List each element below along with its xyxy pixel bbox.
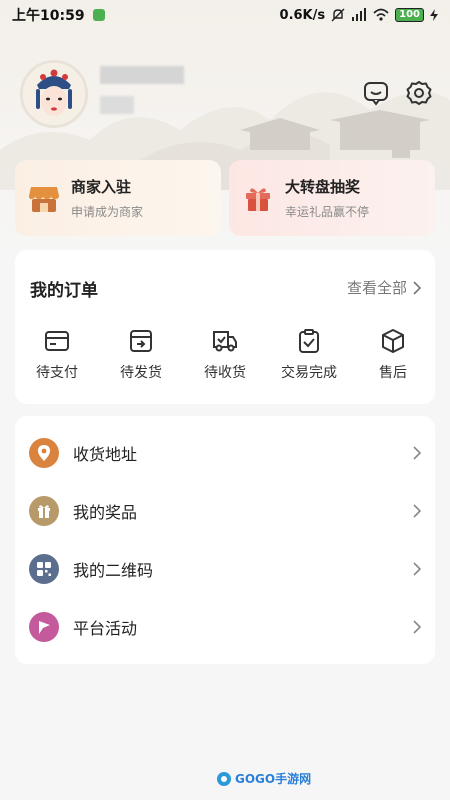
package-icon [382, 329, 404, 353]
order-after-sales[interactable]: 售后 [351, 328, 435, 382]
status-indicators: 0.6K/s 100 [280, 8, 438, 23]
orders-card: 我的订单 查看全部 待支付 待发货 待收货 交易完成 售后 [15, 250, 435, 404]
chevron-right-icon [413, 446, 421, 460]
view-all-label: 查看全部 [346, 279, 407, 297]
charging-icon [430, 9, 438, 21]
message-button[interactable] [361, 78, 391, 108]
battery-indicator: 100 [395, 8, 424, 22]
watermark-logo: GOGO手游网 [216, 770, 311, 787]
prize-icon [29, 496, 59, 526]
chevron-right-icon [413, 562, 421, 576]
chevron-right-icon [413, 504, 421, 518]
network-speed: 0.6K/s [279, 7, 326, 23]
lottery-subtitle: 幸运礼品赢不停 [285, 205, 370, 219]
menu-item-prizes[interactable]: 我的奖品 [15, 482, 435, 540]
order-completed[interactable]: 交易完成 [267, 328, 351, 382]
order-label: 待支付 [36, 365, 78, 381]
view-all-orders-link[interactable]: 查看全部 [347, 277, 421, 298]
order-status-list: 待支付 待发货 待收货 交易完成 售后 [15, 328, 435, 382]
menu-item-label: 我的二维码 [73, 561, 154, 580]
merchant-title: 商家入驻 [71, 178, 132, 196]
chevron-right-icon [413, 620, 421, 634]
menu-item-activities[interactable]: 平台活动 [15, 598, 435, 656]
order-label: 待收货 [204, 365, 246, 381]
lottery-card[interactable]: 大转盘抽奖 幸运礼品赢不停 [229, 160, 435, 236]
menu-item-qrcode[interactable]: 我的二维码 [15, 540, 435, 598]
box-send-icon [130, 330, 152, 352]
menu-item-label: 收货地址 [73, 445, 138, 464]
signal-icon [352, 8, 367, 21]
menu-item-label: 我的奖品 [73, 503, 138, 522]
chevron-right-icon [413, 280, 421, 295]
shop-icon [27, 181, 61, 215]
merchant-join-card[interactable]: 商家入驻 申请成为商家 [15, 160, 221, 236]
clipboard-check-icon [299, 329, 319, 353]
settings-button[interactable] [404, 78, 434, 108]
location-icon [29, 438, 59, 468]
order-pending-receipt[interactable]: 待收货 [183, 328, 267, 382]
order-label: 交易完成 [281, 365, 337, 381]
opera-mask-avatar-icon [23, 63, 85, 125]
settings-icon [406, 81, 432, 105]
menu-item-address[interactable]: 收货地址 [15, 424, 435, 482]
menu-card: 收货地址 我的奖品 我的二维码 平台活动 [15, 416, 435, 664]
flag-icon [29, 612, 59, 642]
order-pending-shipment[interactable]: 待发货 [99, 328, 183, 382]
user-id-redacted [100, 96, 134, 114]
gift-icon [241, 181, 275, 215]
order-label: 售后 [379, 365, 407, 381]
qrcode-icon [29, 554, 59, 584]
wallet-icon [45, 331, 69, 351]
watermark-icon [217, 771, 231, 786]
mute-icon [331, 8, 345, 22]
status-bar: 上午10:59 0.6K/s 100 [0, 0, 450, 30]
message-icon [364, 82, 388, 106]
status-time: 上午10:59 [12, 8, 85, 24]
truck-icon [213, 331, 237, 352]
menu-item-label: 平台活动 [73, 619, 138, 638]
avatar[interactable] [20, 60, 88, 128]
order-label: 待发货 [120, 365, 162, 381]
order-pending-payment[interactable]: 待支付 [15, 328, 99, 382]
merchant-subtitle: 申请成为商家 [71, 205, 144, 219]
orders-title: 我的订单 [30, 281, 98, 301]
lottery-title: 大转盘抽奖 [285, 178, 361, 196]
app-notification-icon [92, 9, 105, 21]
username-redacted [100, 66, 184, 84]
wifi-icon [373, 8, 389, 21]
watermark-text: GOGO手游网 [235, 772, 312, 786]
